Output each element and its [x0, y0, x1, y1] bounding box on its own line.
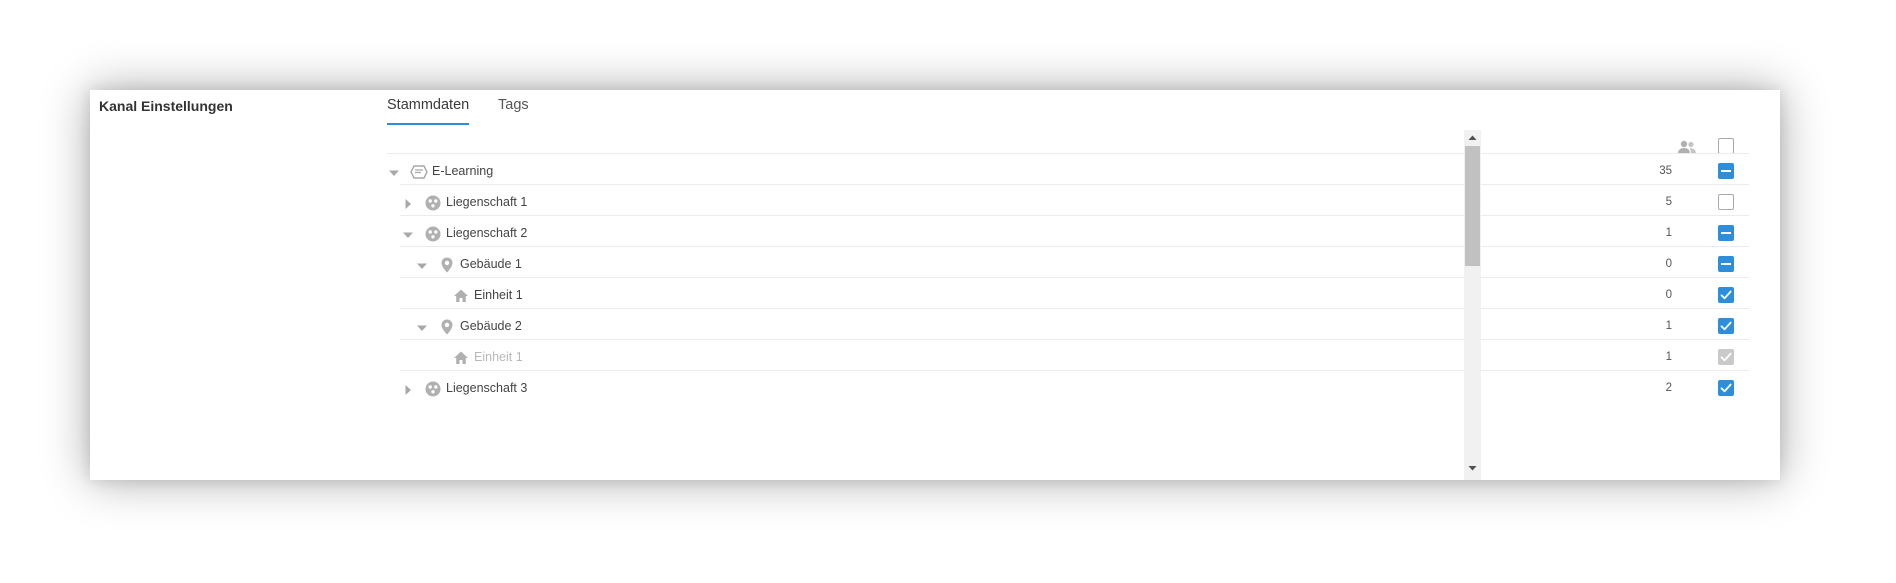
caret-down-icon[interactable] — [416, 259, 428, 271]
user-count: 1 — [1665, 227, 1672, 239]
row-checkbox[interactable] — [1718, 225, 1734, 241]
tree-row-label: Einheit 1 — [474, 350, 523, 364]
page-title: Kanal Einstellungen — [99, 98, 233, 114]
user-count: 35 — [1659, 165, 1672, 177]
row-divider — [400, 184, 1749, 185]
row-divider — [400, 308, 1749, 309]
row-divider — [387, 153, 1749, 154]
tree-row[interactable]: Liegenschaft 3 2 — [387, 370, 1749, 407]
property-icon — [424, 194, 442, 212]
tab-tags[interactable]: Tags — [498, 97, 529, 113]
property-icon — [424, 380, 442, 398]
row-divider — [400, 370, 1749, 371]
caret-down-icon[interactable] — [416, 321, 428, 333]
scroll-down-button[interactable] — [1464, 460, 1481, 476]
property-icon — [424, 225, 442, 243]
tree-view: E-Learning 35 Liegenschaft 1 5 Liegenschaft … — [387, 135, 1749, 480]
channel-icon — [410, 163, 428, 181]
checkmark-icon — [1720, 321, 1732, 331]
checkmark-icon — [1720, 290, 1732, 300]
user-count: 0 — [1665, 258, 1672, 270]
checkmark-icon — [1720, 352, 1732, 362]
checkmark-icon — [1720, 383, 1732, 393]
select-all-checkbox[interactable] — [1718, 138, 1734, 154]
caret-right-icon[interactable] — [402, 197, 414, 209]
user-count: 1 — [1665, 351, 1672, 363]
row-checkbox[interactable] — [1718, 318, 1734, 334]
tree-row-label: Liegenschaft 2 — [446, 226, 528, 240]
caret-down-icon[interactable] — [402, 228, 414, 240]
vertical-scrollbar[interactable] — [1464, 130, 1481, 480]
tree-row-label: Gebäude 1 — [460, 257, 522, 271]
user-count: 1 — [1665, 320, 1672, 332]
arrow-up-icon — [1468, 135, 1477, 140]
arrow-down-icon — [1468, 466, 1477, 471]
user-count: 0 — [1665, 289, 1672, 301]
home-icon — [452, 287, 470, 305]
row-checkbox[interactable] — [1718, 256, 1734, 272]
user-count: 2 — [1665, 382, 1672, 394]
row-divider — [400, 277, 1749, 278]
caret-down-icon[interactable] — [388, 166, 400, 178]
scroll-up-button[interactable] — [1464, 130, 1481, 146]
home-icon — [452, 349, 470, 367]
row-checkbox — [1718, 349, 1734, 365]
user-count: 5 — [1665, 196, 1672, 208]
tree-row-label: Liegenschaft 1 — [446, 195, 528, 209]
row-checkbox[interactable] — [1718, 194, 1734, 210]
row-divider — [400, 215, 1749, 216]
row-divider — [400, 339, 1749, 340]
row-checkbox[interactable] — [1718, 287, 1734, 303]
tree-row-label: E-Learning — [432, 164, 494, 178]
location-icon — [438, 318, 456, 336]
channel-settings-panel: Kanal Einstellungen Stammdaten Tags E-Le… — [90, 90, 1780, 480]
row-divider — [400, 246, 1749, 247]
tree-row-label: Liegenschaft 3 — [446, 381, 528, 395]
location-icon — [438, 256, 456, 274]
tree-row-label: Einheit 1 — [474, 288, 523, 302]
scroll-thumb[interactable] — [1465, 146, 1480, 266]
row-checkbox[interactable] — [1718, 163, 1734, 179]
tree-row-label: Gebäude 2 — [460, 319, 522, 333]
tab-stammdaten[interactable]: Stammdaten — [387, 97, 470, 125]
row-checkbox[interactable] — [1718, 380, 1734, 396]
caret-right-icon[interactable] — [402, 383, 414, 395]
